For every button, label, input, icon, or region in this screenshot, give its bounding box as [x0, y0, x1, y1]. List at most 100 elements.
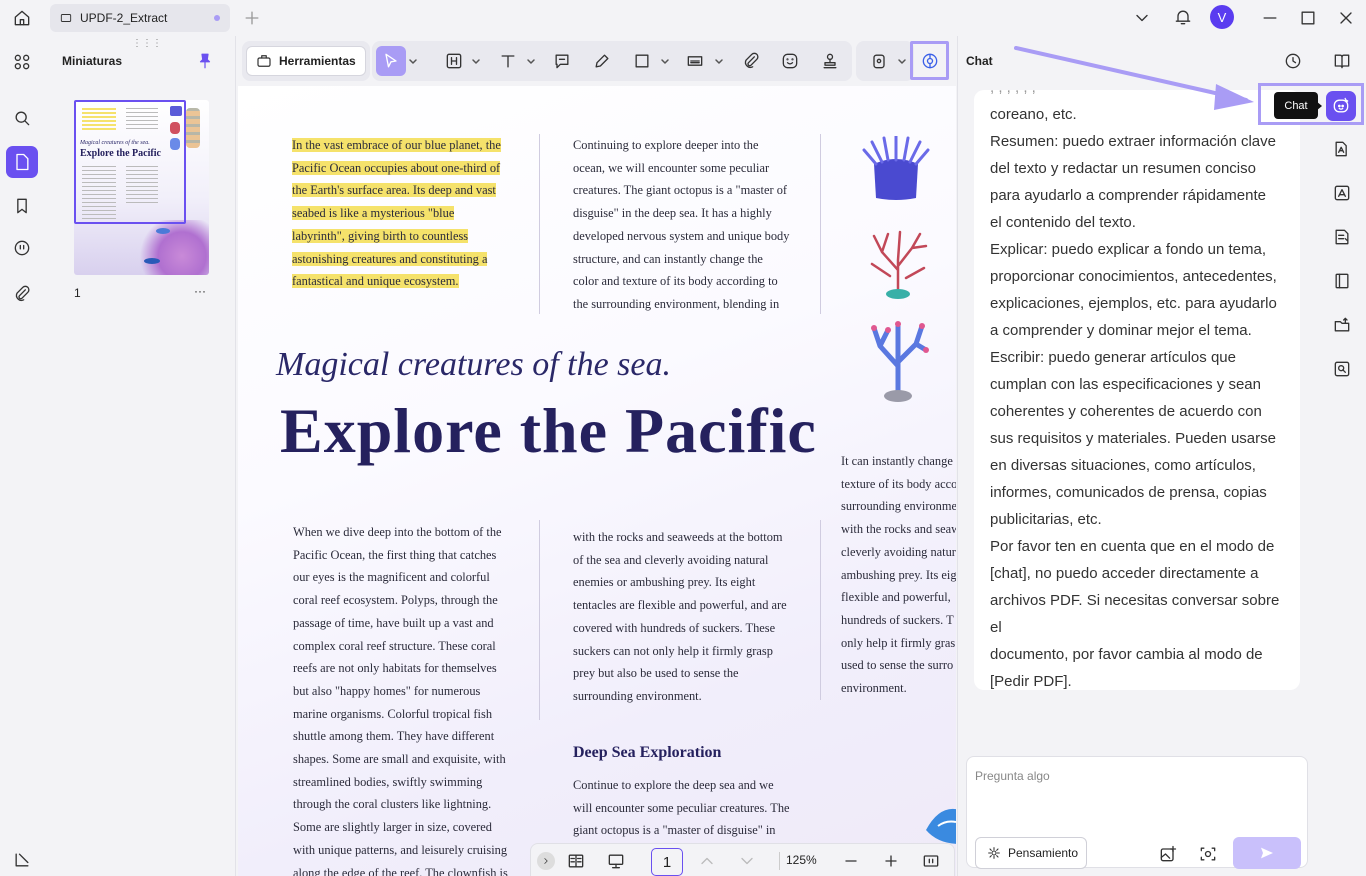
text-line: tentacles are flexible and powerful, and… — [573, 598, 787, 613]
form-icon[interactable] — [1329, 224, 1355, 250]
chat-response-bubble: , , , , , , coreano, etc. Resumen: puedo… — [974, 90, 1300, 690]
bookmark-icon[interactable] — [6, 190, 38, 222]
response-line: informes, comunicados de prensa, copias — [990, 484, 1267, 501]
send-icon — [1261, 847, 1273, 859]
bell-icon[interactable] — [1172, 6, 1194, 28]
text-line: along the edge of the reef. The clownfis… — [293, 865, 508, 876]
comments-icon[interactable] — [6, 232, 38, 264]
home-icon[interactable] — [10, 6, 34, 30]
stamp-bar-caret-icon[interactable] — [714, 57, 724, 67]
stamp-tool-icon[interactable] — [815, 46, 845, 76]
response-line: a comprender y dominar mejor el tema. — [990, 322, 1252, 339]
zoom-in-icon[interactable] — [881, 851, 901, 871]
search-icon[interactable] — [6, 102, 38, 134]
thumbnails-icon[interactable] — [6, 146, 38, 178]
coral-paragraph: When we dive deep into the bottom of the… — [293, 521, 508, 876]
fit-page-icon[interactable] — [921, 851, 941, 871]
tentacles-paragraph: with the rocks and seaweeds at the botto… — [573, 526, 787, 708]
close-icon[interactable] — [1336, 8, 1356, 28]
text-line: streamlined bodies, swiftly swimming — [293, 774, 483, 789]
octopus-paragraph: Continuing to explore deeper into the oc… — [573, 134, 789, 316]
previous-page-icon[interactable] — [697, 851, 717, 871]
sticker-tool-icon[interactable] — [775, 46, 805, 76]
collapse-icon[interactable] — [537, 852, 555, 870]
apps-icon[interactable] — [6, 46, 38, 78]
text-line: reefs are not only habitats for themselv… — [293, 661, 497, 676]
pin-icon[interactable] — [196, 52, 214, 70]
next-page-icon[interactable] — [737, 851, 757, 871]
maximize-icon[interactable] — [1298, 8, 1318, 28]
camera-capture-icon[interactable] — [1197, 843, 1219, 865]
response-line: [chat], no puedo acceder directamente a — [990, 565, 1259, 582]
chat-input-placeholder: Pregunta algo — [975, 769, 1050, 783]
text-line: It can instantly change — [841, 454, 953, 468]
select-caret-icon[interactable] — [408, 57, 418, 67]
response-line: documento, por favor cambia al modo de — [990, 646, 1263, 663]
paperclip-tool-icon[interactable] — [736, 46, 766, 76]
text-line: shapes. Some are small and exquisite, wi… — [293, 752, 506, 767]
response-line: Explicar: puedo explicar a fondo un tema… — [990, 241, 1266, 258]
tools-button[interactable]: Herramientas — [246, 46, 366, 76]
text-line: creatures. The giant octopus is a "maste… — [573, 183, 788, 198]
zoom-level[interactable]: 125% — [786, 853, 817, 867]
page-number-input[interactable]: 1 — [651, 848, 683, 876]
document-bottom-bar: 1 125% — [530, 843, 955, 876]
text-line: environment. — [841, 681, 907, 696]
translate-icon[interactable] — [1329, 136, 1355, 162]
text-line: surrounding environme — [841, 499, 956, 514]
shape-tool-icon[interactable] — [627, 46, 657, 76]
ocr-icon[interactable] — [1329, 180, 1355, 206]
screenshot-tool-icon[interactable] — [864, 46, 894, 76]
drag-handle[interactable]: ⋮⋮⋮ — [132, 38, 162, 49]
chat-input-box[interactable]: Pregunta algo Pensamiento — [966, 756, 1308, 869]
thumbnail-more-button[interactable]: ··· — [194, 284, 206, 298]
avatar[interactable]: V — [1210, 5, 1234, 29]
text-caret-icon[interactable] — [526, 57, 536, 67]
text-line: astonishing creatures and constituting a — [292, 251, 488, 266]
stamp-bar-tool-icon[interactable] — [680, 46, 710, 76]
attachment-icon[interactable] — [6, 278, 38, 310]
chat-mode-button[interactable] — [1326, 91, 1356, 121]
layers-icon[interactable] — [6, 844, 38, 876]
response-line: proporcionar conocimientos, antecedentes… — [990, 268, 1277, 285]
text-line: suckers can not only help it firmly gras… — [573, 643, 773, 658]
divider — [779, 852, 780, 870]
text-line: only help it firmly gras — [841, 635, 956, 650]
response-line: Por favor ten en cuenta que en el modo d… — [990, 538, 1275, 555]
tooltip-pointer — [1316, 101, 1322, 111]
send-button[interactable] — [1233, 837, 1301, 869]
text-line: complex coral reef structure. These cora… — [293, 638, 496, 653]
chat-bot-icon — [1333, 97, 1349, 113]
minimize-icon[interactable] — [1260, 8, 1280, 28]
text-line: the surrounding environment, blending in — [573, 296, 780, 311]
pencil-tool-icon[interactable] — [587, 46, 617, 76]
shape-caret-icon[interactable] — [660, 57, 670, 67]
text-tool-icon[interactable] — [493, 46, 523, 76]
text-line: enemies or ambushing prey. Its eight — [573, 575, 756, 590]
comment-tool-icon[interactable] — [547, 46, 577, 76]
screenshot-caret-icon[interactable] — [897, 57, 907, 67]
intro-paragraph: In the vast embrace of our blue planet, … — [292, 134, 501, 293]
chat-title: Chat — [966, 54, 993, 68]
heading-tool-icon[interactable] — [439, 46, 469, 76]
chevron-down-icon[interactable] — [1132, 8, 1152, 28]
book-icon[interactable] — [1329, 48, 1355, 74]
history-icon[interactable] — [1282, 50, 1304, 72]
heading-caret-icon[interactable] — [471, 57, 481, 67]
text-line: color and texture of its body according … — [573, 274, 778, 289]
zoom-out-icon[interactable] — [841, 851, 861, 871]
page-organize-icon[interactable] — [1329, 268, 1355, 294]
presentation-icon[interactable] — [605, 850, 627, 872]
document-tab[interactable]: UPDF-2_Extract — [50, 4, 230, 32]
text-line: passage of time, have built up a vast an… — [293, 615, 494, 630]
thinking-button[interactable]: Pensamiento — [975, 837, 1087, 869]
text-line: hundreds of suckers. T — [841, 612, 954, 627]
toolbox-icon — [255, 52, 273, 70]
export-icon[interactable] — [1329, 312, 1355, 338]
chat-response-text: , , , , , , coreano, etc. Resumen: puedo… — [990, 90, 1290, 690]
select-tool-icon[interactable] — [376, 46, 406, 76]
search-document-icon[interactable] — [1329, 356, 1355, 382]
page-view-icon[interactable] — [565, 850, 587, 872]
image-upload-icon[interactable] — [1157, 843, 1179, 865]
new-tab-icon[interactable] — [242, 8, 262, 28]
